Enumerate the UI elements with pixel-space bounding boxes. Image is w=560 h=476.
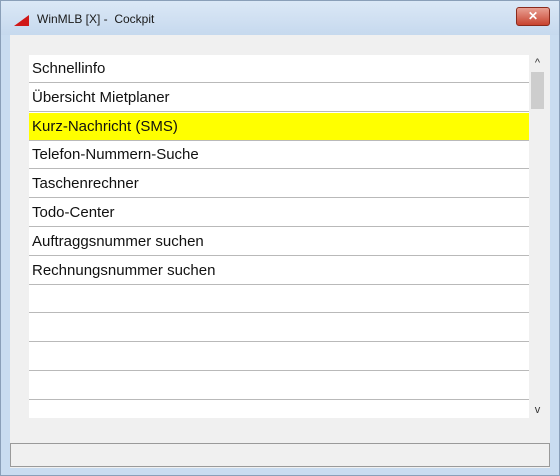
list-item-empty[interactable] [29, 372, 529, 400]
vertical-scrollbar[interactable]: ^ v [529, 55, 546, 418]
window-title: WinMLB [X] - Cockpit [37, 12, 155, 26]
list-item[interactable]: Kurz-Nachricht (SMS) [29, 112, 529, 141]
cockpit-window: WinMLB [X] - Cockpit ✕ Schnellinfo Übersi… [0, 0, 560, 476]
list-item[interactable]: Auftraggsnummer suchen [29, 228, 529, 256]
list-item[interactable]: Schnellinfo [29, 55, 529, 83]
scroll-up-arrow-icon[interactable]: ^ [529, 55, 546, 71]
function-list[interactable]: Schnellinfo Übersicht Mietplaner Kurz-Nach… [29, 55, 529, 418]
app-icon [14, 15, 29, 26]
scroll-thumb[interactable] [531, 72, 544, 109]
close-button[interactable]: ✕ [516, 7, 550, 26]
list-item[interactable]: Telefon-Nummern-Suche [29, 141, 529, 170]
list-item[interactable]: Taschenrechner [29, 170, 529, 199]
list-item[interactable]: Todo-Center [29, 199, 529, 227]
scroll-down-arrow-icon[interactable]: v [529, 402, 546, 418]
list-item-empty[interactable] [29, 314, 529, 343]
list-item[interactable]: Übersicht Mietplaner [29, 84, 529, 112]
list-item[interactable]: Rechnungsnummer suchen [29, 257, 529, 285]
list-item-empty[interactable] [29, 285, 529, 314]
title-bar[interactable]: WinMLB [X] - Cockpit ✕ [1, 1, 559, 35]
status-bar [10, 443, 550, 467]
client-area: Schnellinfo Übersicht Mietplaner Kurz-Nach… [10, 35, 550, 468]
list-item-empty[interactable] [29, 343, 529, 371]
list-item-empty[interactable] [29, 401, 529, 418]
